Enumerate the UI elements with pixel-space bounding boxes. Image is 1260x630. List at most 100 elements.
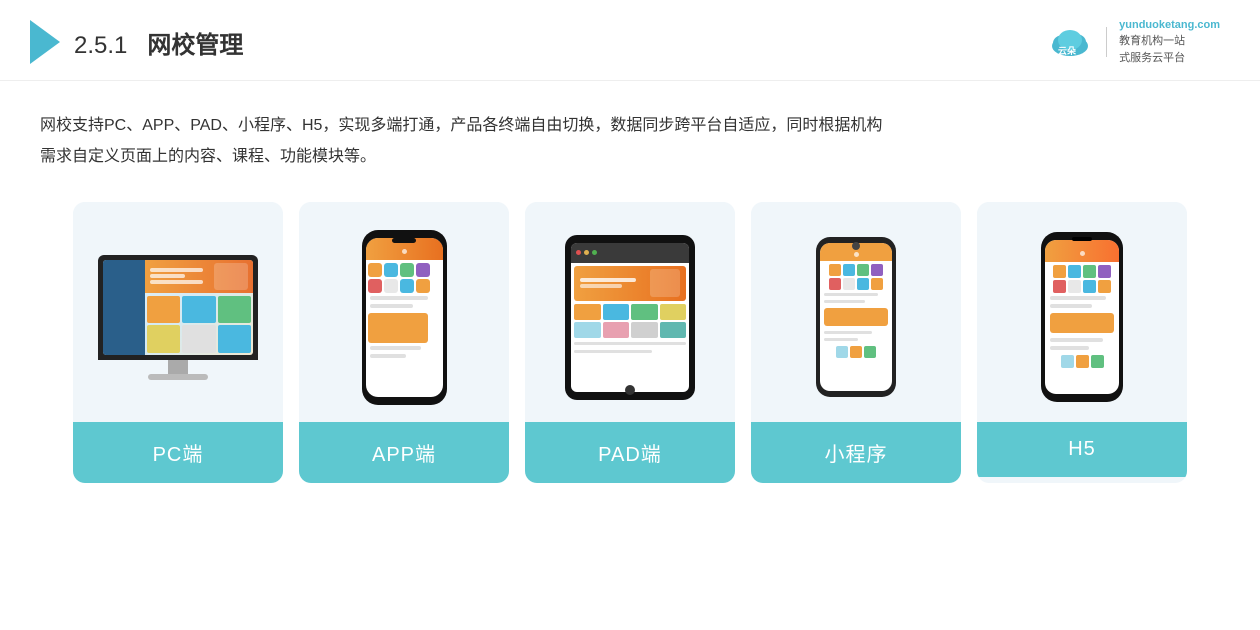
h5-bar	[1050, 338, 1103, 342]
cards-section: PC端	[0, 182, 1260, 513]
card-pad-image	[525, 202, 735, 422]
h5-notch	[1072, 237, 1092, 241]
monitor-screen	[103, 260, 253, 355]
h5-bar	[1050, 346, 1089, 350]
pad-cell	[574, 304, 601, 320]
sp-row	[822, 264, 890, 276]
card-h5: H5	[977, 202, 1187, 483]
pad-cell	[603, 322, 630, 338]
h5-body	[1045, 262, 1119, 371]
banner-line	[150, 274, 185, 278]
pad-body	[571, 263, 689, 392]
sp-icon	[871, 264, 883, 276]
grid-cell	[182, 325, 215, 352]
text-line	[370, 346, 421, 350]
h5-screen	[1045, 240, 1119, 394]
description-block: 网校支持PC、APP、PAD、小程序、H5，实现多端打通，产品各终端自由切换，数…	[0, 81, 1260, 182]
sp-text-line	[824, 338, 858, 341]
grid-cell	[182, 296, 215, 323]
dot-red	[576, 250, 581, 255]
page-wrapper: 2.5.1 网校管理 云朵 yunduoketang.com 教育机构一站	[0, 0, 1260, 630]
dot	[402, 249, 407, 254]
small-phone-mockup	[816, 237, 896, 397]
card-app-image	[299, 202, 509, 422]
pad-cell	[631, 322, 658, 338]
h5-phone-mockup	[1041, 232, 1123, 402]
sp-row	[822, 346, 890, 358]
monitor-sidebar	[103, 260, 145, 355]
h5-button	[1050, 313, 1114, 333]
phone-row	[368, 279, 441, 293]
pad-text-line	[574, 342, 686, 345]
phone-body	[366, 260, 443, 397]
pad-text-line	[574, 350, 652, 353]
pad-banner	[574, 266, 686, 301]
description-line2: 需求自定义页面上的内容、课程、功能模块等。	[40, 142, 1220, 172]
header-left: 2.5.1 网校管理	[30, 20, 243, 64]
sp-icon	[871, 278, 883, 290]
sp-icon	[850, 346, 862, 358]
card-pc-image	[73, 202, 283, 422]
sp-text-line	[824, 300, 865, 303]
pad-header	[571, 243, 689, 263]
pad-home-button	[625, 385, 635, 395]
app-icon	[416, 279, 430, 293]
pad-cell	[574, 322, 601, 338]
grid-cell	[218, 325, 251, 352]
h5-icon	[1091, 355, 1104, 368]
dot	[1080, 251, 1085, 256]
app-icon	[384, 279, 398, 293]
cloud-icon: 云朵	[1046, 24, 1094, 60]
header-right: 云朵 yunduoketang.com 教育机构一站 式服务云平台	[1046, 18, 1220, 66]
banner-line	[580, 278, 636, 282]
brand-logo: 云朵 yunduoketang.com 教育机构一站 式服务云平台	[1046, 18, 1220, 66]
dot-green	[592, 250, 597, 255]
h5-row	[1047, 280, 1117, 293]
card-app: APP端	[299, 202, 509, 483]
card-h5-label: H5	[977, 422, 1187, 477]
phone-notch	[392, 238, 416, 243]
brand-url: yunduoketang.com	[1119, 18, 1220, 33]
card-app-label: APP端	[299, 422, 509, 483]
description-line1: 网校支持PC、APP、PAD、小程序、H5，实现多端打通，产品各终端自由切换，数…	[40, 111, 1220, 141]
sp-icon	[829, 264, 841, 276]
h5-row	[1047, 265, 1117, 278]
monitor-banner	[145, 260, 253, 293]
monitor-banner-text	[150, 268, 209, 284]
pad-cell	[631, 304, 658, 320]
dot-yellow	[584, 250, 589, 255]
phone-screen	[366, 238, 443, 397]
dot	[854, 252, 859, 257]
app-icon	[368, 313, 428, 343]
banner-line	[580, 284, 622, 288]
sp-text-line	[824, 293, 878, 296]
pad-mockup	[565, 235, 695, 400]
phone-mockup	[362, 230, 447, 405]
app-icon	[368, 279, 382, 293]
phone-camera	[852, 242, 860, 250]
pad-cell	[603, 304, 630, 320]
h5-icon	[1053, 265, 1066, 278]
h5-row	[1047, 355, 1117, 368]
text-line	[370, 304, 414, 308]
h5-header	[1045, 240, 1119, 262]
card-pad-label: PAD端	[525, 422, 735, 483]
h5-icon	[1083, 280, 1096, 293]
brand-slogan-line2: 式服务云平台	[1119, 50, 1220, 67]
sp-icon	[829, 278, 841, 290]
h5-icon	[1098, 280, 1111, 293]
monitor-banner-img	[214, 263, 248, 290]
sp-icon	[857, 278, 869, 290]
h5-icon	[1098, 265, 1111, 278]
phone-row	[368, 263, 441, 277]
pc-monitor-mockup	[98, 255, 258, 380]
pad-banner-img	[650, 269, 680, 297]
h5-icon	[1061, 355, 1074, 368]
svg-text:云朵: 云朵	[1058, 46, 1077, 56]
header: 2.5.1 网校管理 云朵 yunduoketang.com 教育机构一站	[0, 0, 1260, 81]
h5-icon	[1053, 280, 1066, 293]
card-miniprogram-label: 小程序	[751, 422, 961, 483]
pad-cell	[660, 304, 687, 320]
h5-bar	[1050, 304, 1092, 308]
text-line	[370, 296, 428, 300]
